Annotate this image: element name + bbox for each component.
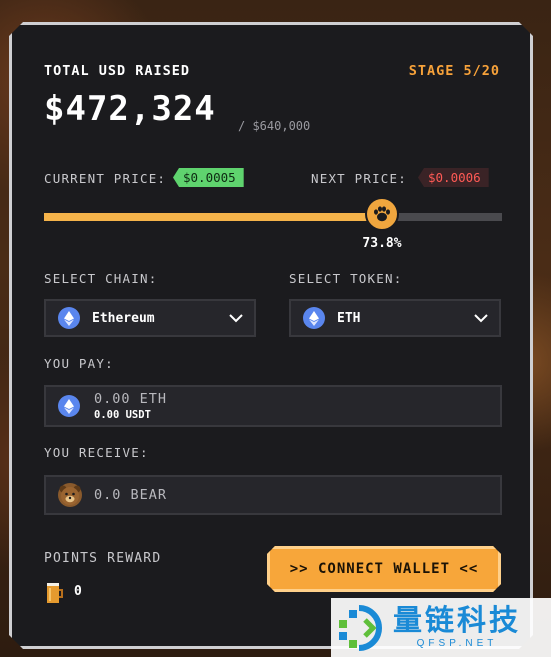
eth-icon [58, 395, 80, 417]
receive-amount: 0.0 BEAR [94, 487, 168, 503]
total-raised-label: TOTAL USD RAISED [44, 63, 191, 79]
chain-select[interactable]: Ethereum [44, 299, 256, 337]
paw-icon [365, 197, 399, 231]
you-receive-label: YOU RECEIVE: [44, 445, 149, 460]
you-pay-label: YOU PAY: [44, 356, 114, 371]
stage-indicator: STAGE 5/20 [408, 63, 500, 79]
select-chain-label: SELECT CHAIN: [44, 271, 158, 286]
select-token-label: SELECT TOKEN: [289, 271, 403, 286]
next-price-label: NEXT PRICE: [311, 171, 407, 186]
chain-selected: Ethereum [92, 310, 155, 326]
eth-icon [303, 307, 325, 329]
beer-mug-icon [45, 580, 65, 608]
next-price-badge: $0.0006 [418, 168, 489, 187]
pay-amount: 0.00 ETH [94, 391, 168, 407]
watermark-en: QFSP.NET [416, 638, 498, 649]
chevron-down-icon [463, 314, 499, 323]
progress-percent: 73.8% [362, 236, 402, 251]
qfsp-logo-icon [339, 604, 382, 651]
progress-fill [44, 213, 382, 221]
receive-input[interactable]: 0.0 BEAR [44, 475, 502, 515]
watermark: 量链科技 QFSP.NET [331, 598, 551, 657]
current-price-label: CURRENT PRICE: [44, 171, 167, 186]
ethereum-icon [58, 307, 80, 329]
points-value: 0 [74, 584, 82, 599]
token-selected: ETH [337, 310, 361, 326]
watermark-cn: 量链科技 [393, 603, 522, 637]
pay-input[interactable]: 0.00 ETH 0.00 USDT [44, 385, 502, 427]
points-reward-label: POINTS REWARD [44, 551, 162, 566]
target-amount: / $640,000 [238, 119, 311, 133]
token-select[interactable]: ETH [289, 299, 501, 337]
connect-wallet-button[interactable]: >> CONNECT WALLET << [267, 546, 501, 592]
raised-amount: $472,324 [44, 89, 216, 129]
progress-bar [44, 213, 502, 221]
current-price-badge: $0.0005 [173, 168, 244, 187]
presale-panel: TOTAL USD RAISED STAGE 5/20 $472,324 / $… [9, 22, 533, 649]
bear-icon [58, 483, 82, 507]
connect-wallet-label: >> CONNECT WALLET << [289, 561, 479, 577]
pay-usd-value: 0.00 USDT [94, 409, 151, 421]
chevron-down-icon [218, 314, 254, 323]
